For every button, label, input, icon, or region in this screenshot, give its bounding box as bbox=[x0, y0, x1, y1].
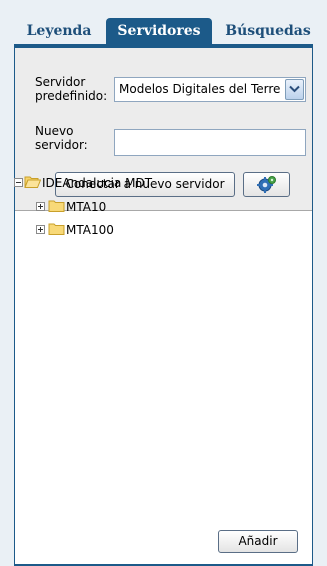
server-label: Servidor predefinido: bbox=[35, 75, 108, 103]
gear-icon bbox=[257, 176, 276, 193]
chevron-down-icon[interactable] bbox=[285, 79, 304, 100]
server-select[interactable]: Modelos Digitales del Terre bbox=[114, 77, 306, 102]
folder-open-icon bbox=[24, 176, 41, 188]
expand-icon[interactable] bbox=[36, 225, 45, 234]
tab-servidores[interactable]: Servidores bbox=[106, 18, 212, 44]
servers-panel: Leyenda Servidores Búsquedas Servidor pr… bbox=[0, 0, 327, 566]
server-select-value: Modelos Digitales del Terre bbox=[119, 82, 281, 96]
new-server-input[interactable] bbox=[114, 129, 306, 156]
tree-node-label: MTA10 bbox=[66, 200, 107, 214]
tree-node-label: MTA100 bbox=[66, 223, 114, 237]
folder-icon bbox=[48, 200, 65, 212]
folder-icon bbox=[48, 223, 65, 235]
tree-node-label: IDEAndalucia MDT bbox=[42, 176, 153, 190]
tab-content: Servidor predefinido: Modelos Digitales … bbox=[14, 48, 313, 566]
collapse-icon[interactable] bbox=[14, 178, 23, 187]
tab-bar: Leyenda Servidores Búsquedas bbox=[14, 18, 314, 44]
tab-busquedas[interactable]: Búsquedas bbox=[216, 18, 320, 44]
server-settings-button[interactable] bbox=[243, 172, 290, 197]
expand-icon[interactable] bbox=[36, 202, 45, 211]
new-server-label: Nuevo servidor: bbox=[35, 124, 88, 152]
add-button[interactable]: Añadir bbox=[218, 530, 298, 553]
tab-leyenda[interactable]: Leyenda bbox=[14, 18, 104, 44]
